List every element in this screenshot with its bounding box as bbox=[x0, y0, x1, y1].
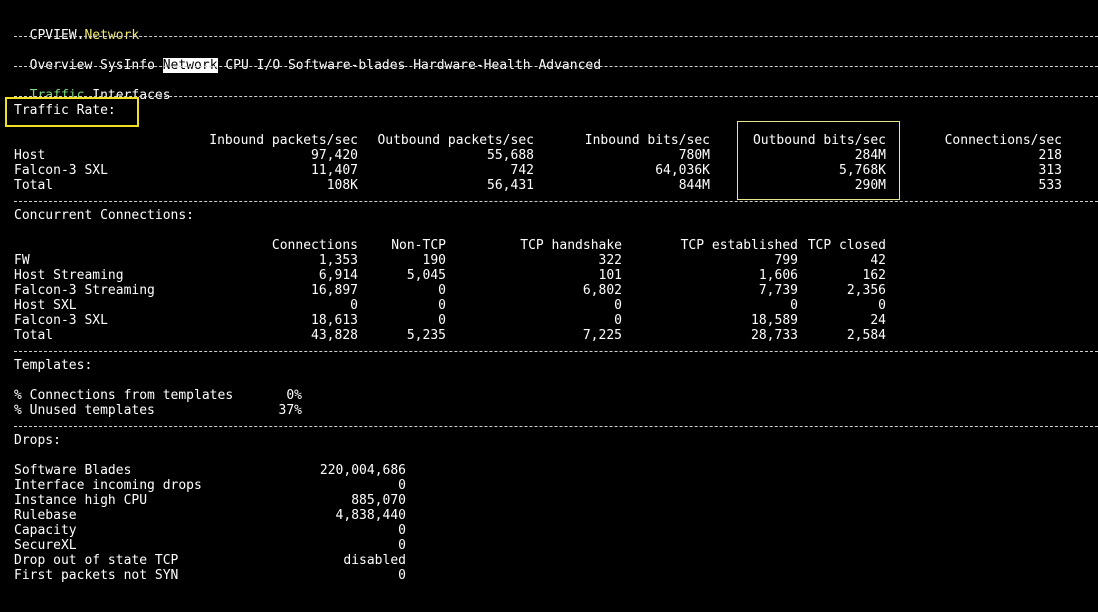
cell: 7,739 bbox=[758, 283, 798, 298]
cell: 0 bbox=[398, 538, 406, 553]
cell: 0 bbox=[614, 298, 622, 313]
cell: 2,356 bbox=[846, 283, 886, 298]
cell: 322 bbox=[598, 253, 622, 268]
cell: disabled bbox=[343, 553, 406, 568]
cell: 799 bbox=[774, 253, 798, 268]
row-label: Falcon-3 SXL bbox=[14, 313, 108, 328]
row-label: First packets not SYN bbox=[14, 568, 179, 583]
row-label: Capacity bbox=[14, 523, 77, 538]
cell: 101 bbox=[598, 268, 622, 283]
row-label: Total bbox=[14, 178, 54, 193]
row-label: Host bbox=[14, 148, 46, 163]
divider bbox=[14, 36, 1098, 37]
row-label: Software Blades bbox=[14, 463, 132, 478]
cell: 5,235 bbox=[406, 328, 446, 343]
row-label: Host Streaming bbox=[14, 268, 124, 283]
cell: 6,802 bbox=[582, 283, 622, 298]
row-label: Instance high CPU bbox=[14, 493, 148, 508]
divider bbox=[14, 426, 1098, 427]
cell: 533 bbox=[1038, 178, 1062, 193]
header-outbound-packets: Outbound packets/sec bbox=[377, 133, 534, 148]
header-tcp-handshake: TCP handshake bbox=[520, 238, 622, 253]
header-tcp-closed: TCP closed bbox=[807, 238, 886, 253]
cell: 1,606 bbox=[758, 268, 798, 283]
cell: 2,584 bbox=[846, 328, 886, 343]
cell: 0 bbox=[790, 298, 798, 313]
row-label: Interface incoming drops bbox=[14, 478, 202, 493]
cell: 43,828 bbox=[311, 328, 358, 343]
concurrent-connections-title: Concurrent Connections: bbox=[14, 208, 195, 223]
cell: 162 bbox=[862, 268, 886, 283]
cell: 0 bbox=[438, 283, 446, 298]
cell: 313 bbox=[1038, 163, 1062, 178]
row-label: Total bbox=[14, 328, 54, 343]
divider bbox=[14, 66, 1098, 67]
main-menu: Overview SysInfo Network CPU I/O Softwar… bbox=[14, 43, 601, 73]
row-label: Host SXL bbox=[14, 298, 77, 313]
cell: 0% bbox=[286, 388, 302, 403]
header-outbound-bits: Outbound bits/sec bbox=[752, 133, 886, 148]
row-label: FW bbox=[14, 253, 30, 268]
cell: 218 bbox=[1038, 148, 1062, 163]
cell: 844M bbox=[678, 178, 710, 193]
cell: 6,914 bbox=[318, 268, 358, 283]
cell: 42 bbox=[870, 253, 886, 268]
header-tcp-established: TCP established bbox=[680, 238, 798, 253]
cell: 885,070 bbox=[351, 493, 406, 508]
cell: 56,431 bbox=[487, 178, 534, 193]
cell: 64,036K bbox=[655, 163, 710, 178]
row-label: % Connections from templates bbox=[14, 388, 234, 403]
cell: 5,045 bbox=[406, 268, 446, 283]
cell: 190 bbox=[422, 253, 446, 268]
cell: 0 bbox=[438, 298, 446, 313]
cell: 220,004,686 bbox=[319, 463, 406, 478]
row-label: Falcon-3 Streaming bbox=[14, 283, 155, 298]
cell: 780M bbox=[678, 148, 710, 163]
divider bbox=[14, 96, 1098, 97]
cell: 11,407 bbox=[311, 163, 358, 178]
header-inbound-packets: Inbound packets/sec bbox=[209, 133, 358, 148]
row-label: Rulebase bbox=[14, 508, 77, 523]
cell: 0 bbox=[878, 298, 886, 313]
cell: 742 bbox=[510, 163, 534, 178]
cell: 0 bbox=[438, 313, 446, 328]
cell: 290M bbox=[854, 178, 886, 193]
cell: 18,613 bbox=[311, 313, 358, 328]
row-label: SecureXL bbox=[14, 538, 77, 553]
cell: 1,353 bbox=[318, 253, 358, 268]
templates-title: Templates: bbox=[14, 358, 93, 373]
cell: 24 bbox=[870, 313, 886, 328]
header-connections-sec: Connections/sec bbox=[944, 133, 1062, 148]
cell: 18,589 bbox=[751, 313, 798, 328]
cell: 0 bbox=[614, 313, 622, 328]
cell: 0 bbox=[398, 478, 406, 493]
header-connections: Connections bbox=[271, 238, 358, 253]
traffic-rate-title: Traffic Rate: bbox=[14, 103, 116, 118]
header-inbound-bits: Inbound bits/sec bbox=[584, 133, 710, 148]
cell: 108K bbox=[326, 178, 358, 193]
row-label: Falcon-3 SXL bbox=[14, 163, 108, 178]
drops-title: Drops: bbox=[14, 433, 61, 448]
row-label: Drop out of state TCP bbox=[14, 553, 179, 568]
cell: 97,420 bbox=[311, 148, 358, 163]
cell: 16,897 bbox=[311, 283, 358, 298]
divider bbox=[14, 201, 1098, 202]
cell: 28,733 bbox=[751, 328, 798, 343]
cell: 7,225 bbox=[582, 328, 622, 343]
header-non-tcp: Non-TCP bbox=[391, 238, 446, 253]
cell: 0 bbox=[398, 568, 406, 583]
row-label: % Unused templates bbox=[14, 403, 155, 418]
cell: 55,688 bbox=[487, 148, 534, 163]
divider bbox=[14, 351, 1098, 352]
window-title: CPVIEW.Network bbox=[14, 13, 140, 43]
cell: 4,838,440 bbox=[335, 508, 406, 523]
cell: 284M bbox=[854, 148, 886, 163]
cell: 5,768K bbox=[839, 163, 886, 178]
cell: 0 bbox=[398, 523, 406, 538]
cell: 0 bbox=[350, 298, 358, 313]
cell: 37% bbox=[278, 403, 302, 418]
